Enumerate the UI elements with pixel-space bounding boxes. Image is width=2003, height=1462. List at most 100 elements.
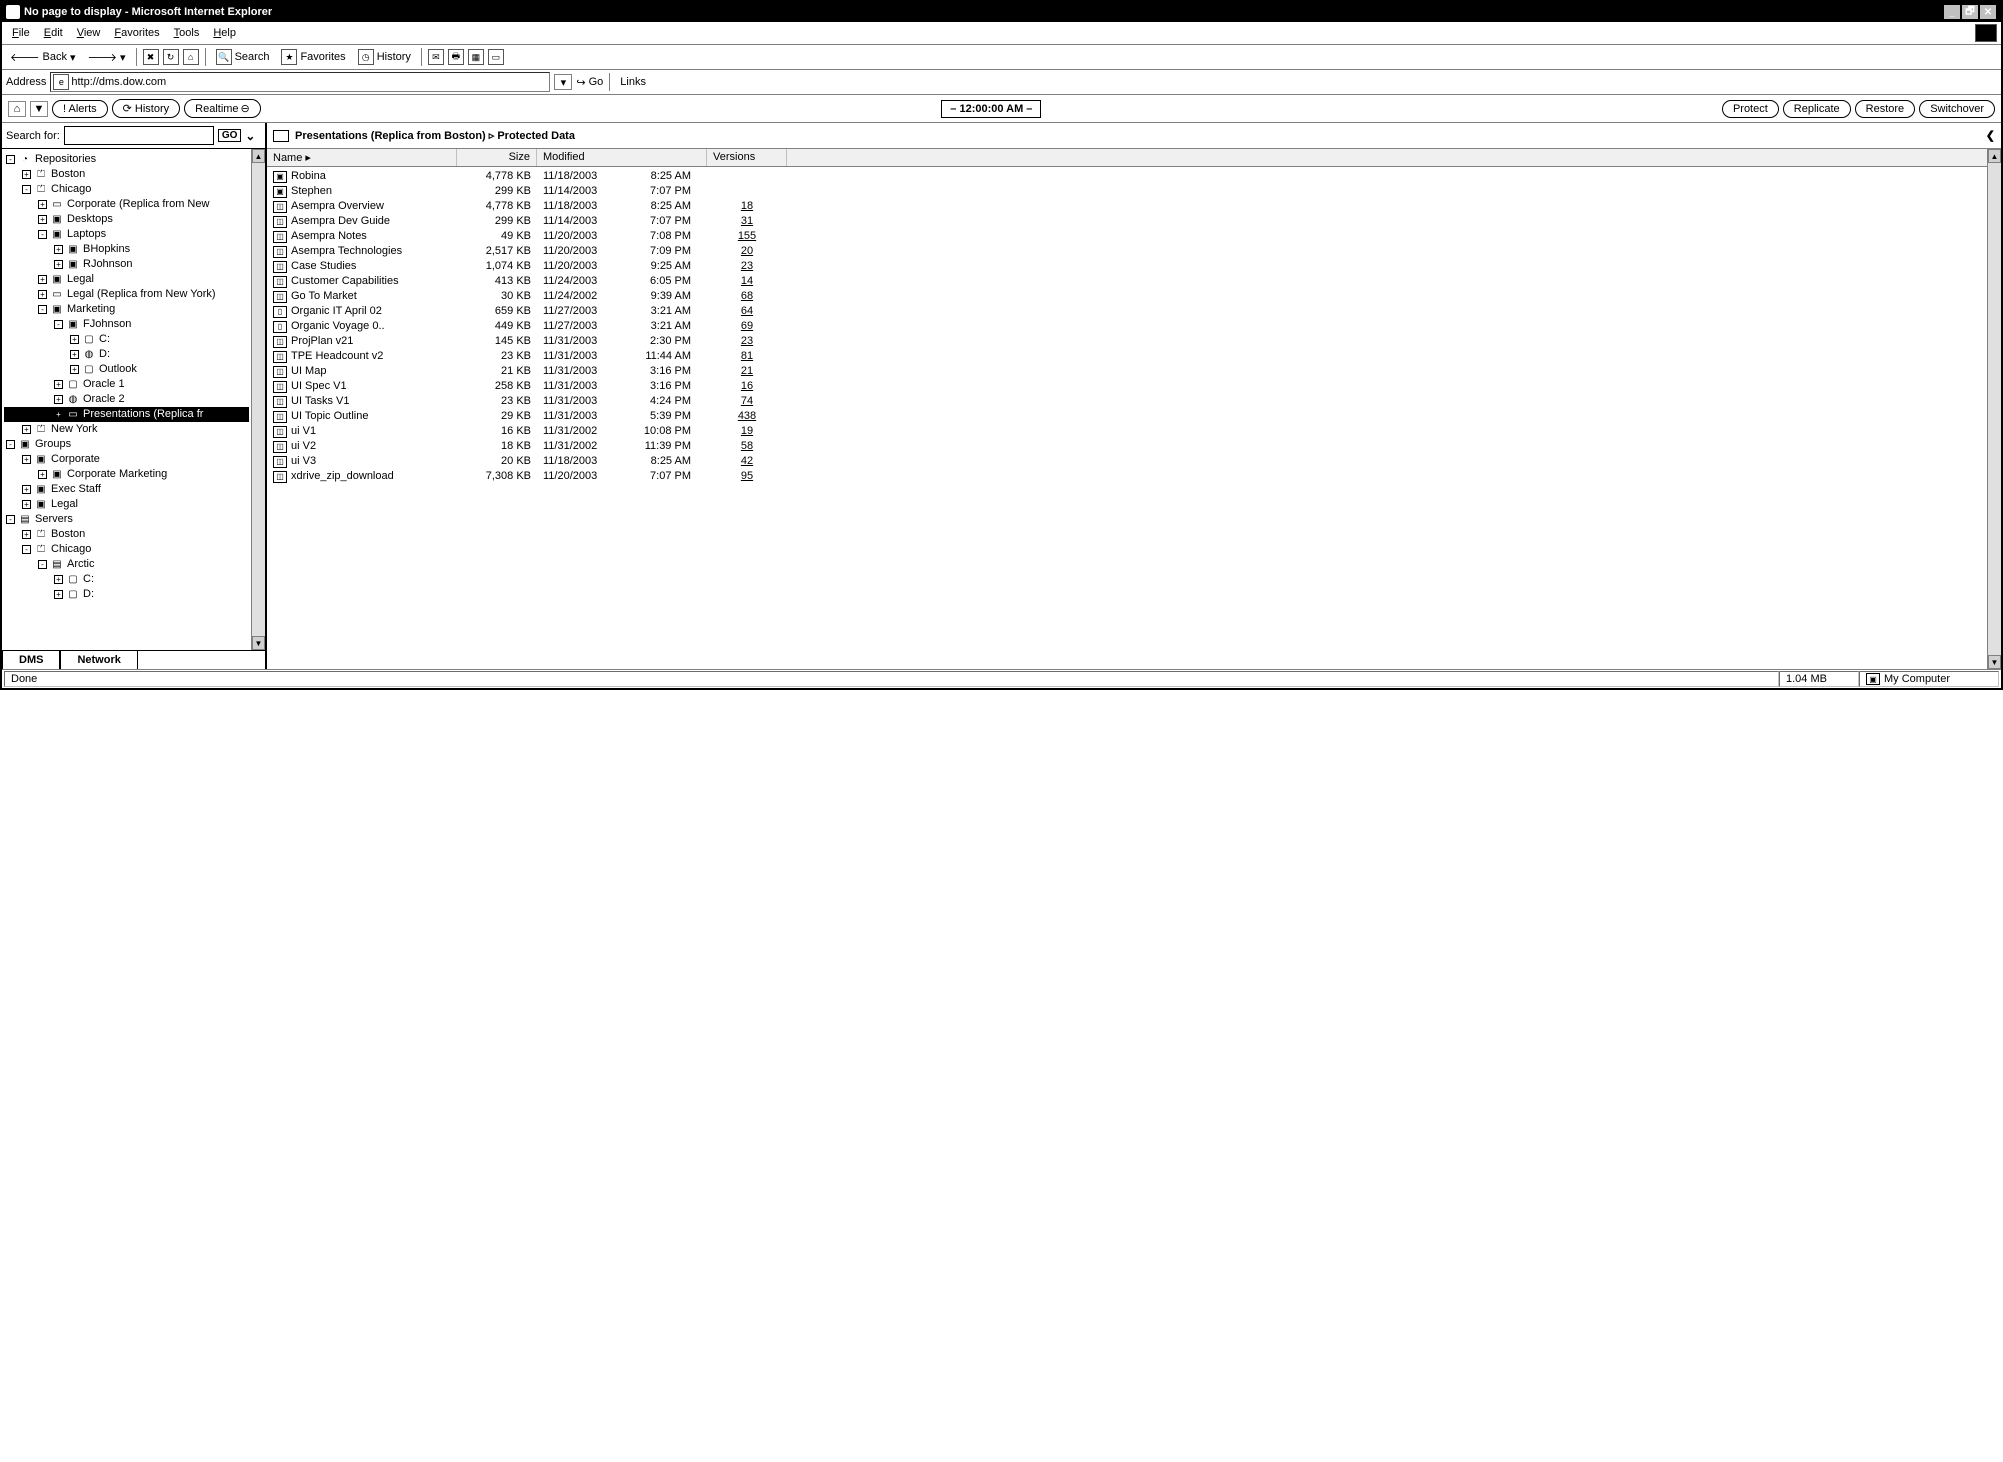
file-versions[interactable]: 18 [707,199,787,214]
list-item[interactable]: ▯Organic Voyage 0..449 KB11/27/20033:21 … [267,319,1987,334]
file-versions[interactable]: 20 [707,244,787,259]
file-list[interactable]: ▣Robina4,778 KB11/18/20038:25 AM▣Stephen… [267,167,1987,669]
tree-item[interactable]: -⏍Chicago [4,542,249,557]
expand-icon[interactable]: + [22,425,31,434]
tree-item[interactable]: +▣Corporate [4,452,249,467]
file-versions[interactable]: 68 [707,289,787,304]
expand-icon[interactable]: + [22,530,31,539]
expand-icon[interactable]: + [22,170,31,179]
scroll-up-icon[interactable]: ▲ [1988,149,2001,163]
tab-dms[interactable]: DMS [2,650,60,669]
list-item[interactable]: ◫ui V218 KB11/31/200211:39 PM58 [267,439,1987,454]
file-versions[interactable]: 16 [707,379,787,394]
list-item[interactable]: ◫Asempra Technologies2,517 KB11/20/20037… [267,244,1987,259]
tree-item[interactable]: -▤Servers [4,512,249,527]
tree-item[interactable]: +⏍New York [4,422,249,437]
tree-item[interactable]: -▣Groups [4,437,249,452]
tree-item[interactable]: +▣Legal [4,272,249,287]
tree-item[interactable]: -⏍Chicago [4,182,249,197]
list-item[interactable]: ◫UI Spec V1258 KB11/31/20033:16 PM16 [267,379,1987,394]
menu-edit[interactable]: Edit [38,25,69,41]
search-go-button[interactable]: GO [218,129,242,142]
history-button[interactable]: ◷History [354,47,415,67]
menu-view[interactable]: View [71,25,107,41]
tree-item[interactable]: +◍D: [4,347,249,362]
search-button[interactable]: 🔍Search [212,47,274,67]
tree-item[interactable]: +▢C: [4,332,249,347]
expand-icon[interactable]: - [22,185,31,194]
file-versions[interactable]: 14 [707,274,787,289]
expand-icon[interactable]: + [38,470,47,479]
forward-button[interactable]: 🡒 ▾ [84,48,130,66]
tree-item[interactable]: +▢C: [4,572,249,587]
list-item[interactable]: ◫xdrive_zip_download7,308 KB11/20/20037:… [267,469,1987,484]
expand-icon[interactable]: + [22,485,31,494]
file-versions[interactable]: 19 [707,424,787,439]
list-item[interactable]: ◫UI Tasks V123 KB11/31/20034:24 PM74 [267,394,1987,409]
mail-icon[interactable]: ✉ [428,49,444,65]
file-versions[interactable]: 74 [707,394,787,409]
expand-icon[interactable]: + [54,590,63,599]
search-dropdown-icon[interactable]: ⌄ [245,129,255,143]
back-button[interactable]: 🡐 Back ▾ [6,48,80,66]
expand-icon[interactable]: + [54,245,63,254]
tree-item[interactable]: +▢Outlook [4,362,249,377]
list-item[interactable]: ◫Asempra Notes49 KB11/20/20037:08 PM155 [267,229,1987,244]
tree-item[interactable]: -▤Arctic [4,557,249,572]
maximize-button[interactable]: 🗗 [1961,4,1979,20]
links-label[interactable]: Links [620,76,646,88]
refresh-icon[interactable]: ↻ [163,49,179,65]
favorites-button[interactable]: ★Favorites [277,47,349,67]
list-item[interactable]: ◫ui V116 KB11/31/200210:08 PM19 [267,424,1987,439]
list-item[interactable]: ◫Asempra Overview4,778 KB11/18/20038:25 … [267,199,1987,214]
expand-icon[interactable]: - [54,320,63,329]
list-item[interactable]: ◫ui V320 KB11/18/20038:25 AM42 [267,454,1987,469]
stop-icon[interactable]: ✖ [143,49,159,65]
expand-icon[interactable]: + [38,200,47,209]
tree-item[interactable]: -▣Laptops [4,227,249,242]
expand-icon[interactable]: + [38,215,47,224]
expand-icon[interactable]: + [70,350,79,359]
list-item[interactable]: ◫ProjPlan v21145 KB11/31/20032:30 PM23 [267,334,1987,349]
expand-icon[interactable]: + [54,410,63,419]
menu-help[interactable]: Help [207,25,242,41]
file-versions[interactable]: 21 [707,364,787,379]
tree-item[interactable]: +▣Legal [4,497,249,512]
search-input[interactable] [64,126,214,145]
tree-item[interactable]: +▢D: [4,587,249,602]
col-size-header[interactable]: Size [457,149,537,166]
tree-scrollbar[interactable]: ▲ ▼ [251,149,265,650]
file-versions[interactable]: 58 [707,439,787,454]
close-button[interactable]: ✕ [1979,4,1997,20]
file-versions[interactable]: 155 [707,229,787,244]
tree-item[interactable]: -◔Repositories [4,152,249,167]
expand-icon[interactable]: - [6,440,15,449]
file-versions[interactable]: 95 [707,469,787,484]
scroll-up-icon[interactable]: ▲ [252,149,265,163]
list-item[interactable]: ◫UI Topic Outline29 KB11/31/20035:39 PM4… [267,409,1987,424]
expand-icon[interactable]: + [22,500,31,509]
expand-icon[interactable]: + [38,290,47,299]
list-item[interactable]: ◫UI Map21 KB11/31/20033:16 PM21 [267,364,1987,379]
expand-icon[interactable]: - [22,545,31,554]
down-arrow-icon[interactable]: ▼ [30,101,48,117]
protect-button[interactable]: Protect [1722,100,1779,118]
expand-icon[interactable]: + [54,395,63,404]
expand-icon[interactable]: + [54,260,63,269]
expand-icon[interactable]: - [38,305,47,314]
edit-icon[interactable]: ▦ [468,49,484,65]
tree-item[interactable]: +▭Legal (Replica from New York) [4,287,249,302]
list-item[interactable]: ◫TPE Headcount v223 KB11/31/200311:44 AM… [267,349,1987,364]
expand-icon[interactable]: + [70,335,79,344]
address-input[interactable]: e http://dms.dow.com [50,72,550,92]
expand-icon[interactable]: + [54,575,63,584]
col-name-header[interactable]: Name ▸ [267,149,457,166]
list-item[interactable]: ◫Case Studies1,074 KB11/20/20039:25 AM23 [267,259,1987,274]
minimize-button[interactable]: _ [1943,4,1961,20]
expand-icon[interactable]: + [38,275,47,284]
tree-item[interactable]: -▣Marketing [4,302,249,317]
tree-item[interactable]: +⏍Boston [4,167,249,182]
tree-item[interactable]: +⏍Boston [4,527,249,542]
file-versions[interactable]: 69 [707,319,787,334]
tree-item[interactable]: +▭Presentations (Replica fr [4,407,249,422]
